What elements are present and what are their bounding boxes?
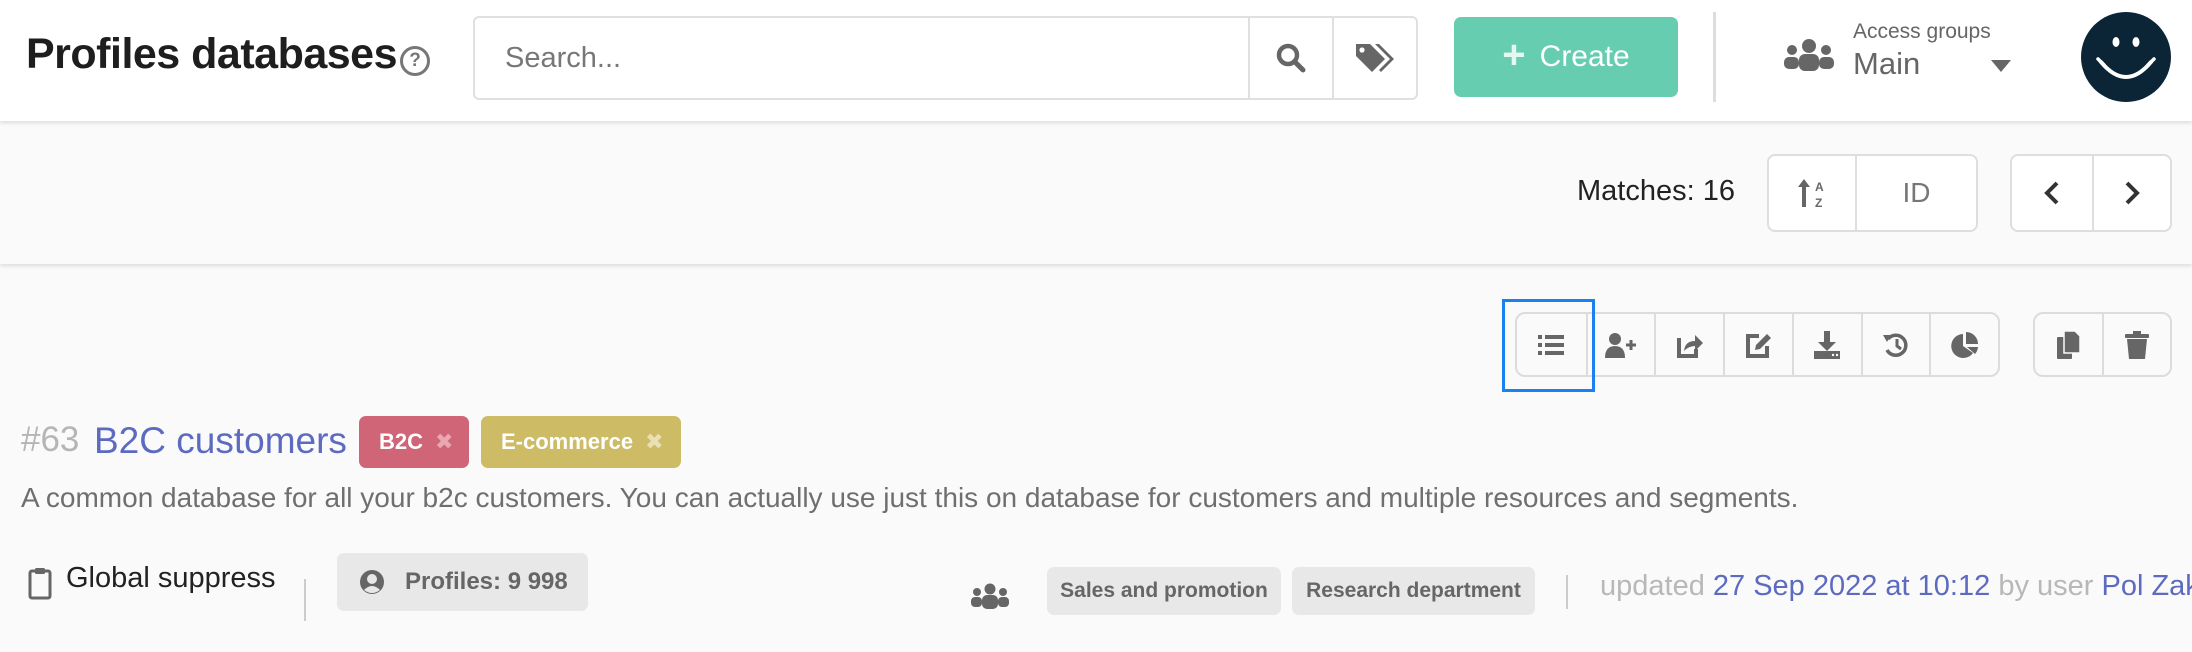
- copy-icon: [2056, 330, 2081, 359]
- trash-icon: [2125, 330, 2150, 359]
- clipboard-icon: [28, 568, 52, 600]
- plus-icon: +: [1502, 33, 1526, 77]
- updated-prefix: updated: [1600, 570, 1705, 602]
- tag-label: E-commerce: [501, 429, 634, 454]
- svg-text:Z: Z: [1815, 196, 1822, 209]
- pagination: [2010, 154, 2172, 232]
- global-suppress-label: Global suppress: [66, 562, 276, 594]
- pie-chart-icon: [1950, 331, 1978, 358]
- chevron-right-icon: [2125, 181, 2140, 205]
- question-circle-icon[interactable]: ?: [400, 46, 430, 76]
- top-header: Profiles databases ? + Create Acces: [0, 0, 2192, 121]
- edit-button[interactable]: [1723, 314, 1792, 375]
- updated-user-link[interactable]: Pol Zak: [2101, 570, 2192, 602]
- user-circle-icon: [360, 570, 384, 594]
- download-icon: [1814, 330, 1841, 359]
- svg-text:A: A: [1815, 180, 1824, 194]
- search-icon: [1276, 43, 1306, 73]
- updated-date-link[interactable]: 27 Sep 2022 at 10:12: [1713, 570, 1990, 602]
- edit-icon: [1745, 333, 1771, 358]
- profiles-count-button[interactable]: Profiles: 9 998: [337, 553, 588, 611]
- delete-button[interactable]: [2102, 314, 2170, 375]
- users-icon: [971, 583, 1009, 609]
- download-button[interactable]: [1791, 314, 1861, 375]
- access-groups-select[interactable]: Main: [1853, 46, 1920, 82]
- add-profile-button[interactable]: [1585, 314, 1655, 375]
- profiles-count: Profiles: 9 998: [405, 568, 568, 595]
- tag-chip: E-commerce ✖: [481, 416, 681, 468]
- divider: [304, 579, 306, 621]
- database-id: #63: [21, 420, 80, 459]
- chevron-left-icon: [2044, 181, 2059, 205]
- updated-by: by user: [1998, 570, 2094, 602]
- access-group-chip[interactable]: Research department: [1292, 567, 1535, 615]
- tags-filter-button[interactable]: [1332, 18, 1416, 98]
- access-group-chip[interactable]: Sales and promotion: [1047, 567, 1281, 615]
- next-page-button[interactable]: [2092, 156, 2170, 230]
- remove-tag-icon[interactable]: ✖: [645, 429, 663, 455]
- history-icon: [1882, 333, 1908, 357]
- history-button[interactable]: [1860, 314, 1930, 375]
- user-avatar[interactable]: [2081, 12, 2171, 102]
- share-button[interactable]: [1654, 314, 1723, 375]
- create-button[interactable]: + Create: [1454, 17, 1678, 97]
- stats-button[interactable]: [1929, 314, 1998, 375]
- card-danger-actions: [2033, 312, 2172, 377]
- database-description: A common database for all your b2c custo…: [21, 482, 1799, 513]
- database-card: #63 B2C customers B2C ✖ E-commerce ✖ A c…: [0, 266, 2192, 652]
- tag-label: B2C: [379, 429, 424, 454]
- database-name-link[interactable]: B2C customers: [94, 420, 347, 462]
- access-groups-label: Access groups: [1853, 20, 1991, 43]
- sort-alpha-icon: A Z: [1798, 179, 1824, 209]
- header-divider: [1713, 12, 1716, 102]
- search-bar: [473, 16, 1418, 100]
- card-actions: [1515, 312, 2000, 377]
- page-title: Profiles databases: [26, 30, 398, 78]
- remove-tag-icon[interactable]: ✖: [435, 429, 453, 455]
- search-button[interactable]: [1248, 18, 1332, 98]
- user-plus-icon: [1605, 332, 1637, 358]
- tags-icon: [1356, 44, 1394, 72]
- create-button-label: Create: [1539, 40, 1630, 73]
- matches-count: Matches: 16: [1577, 175, 1735, 207]
- search-input[interactable]: [475, 18, 1248, 98]
- updated-info: updated 27 Sep 2022 at 10:12 by user Pol…: [1600, 570, 2192, 603]
- tag-chip: B2C ✖: [359, 416, 469, 468]
- sort-field-select[interactable]: ID: [1855, 156, 1976, 230]
- divider: [1566, 575, 1568, 609]
- share-icon: [1676, 334, 1703, 358]
- users-icon: [1784, 39, 1834, 71]
- sort-direction-button[interactable]: A Z: [1769, 156, 1855, 230]
- sort-control: A Z ID: [1767, 154, 1978, 232]
- results-toolbar: Matches: 16 A Z ID: [0, 121, 2192, 264]
- prev-page-button[interactable]: [2012, 156, 2092, 230]
- list-icon: [1538, 334, 1565, 355]
- caret-down-icon[interactable]: [1991, 60, 2011, 72]
- list-button[interactable]: [1517, 314, 1586, 375]
- smiley-icon: [2096, 37, 2156, 79]
- copy-button[interactable]: [2035, 314, 2102, 375]
